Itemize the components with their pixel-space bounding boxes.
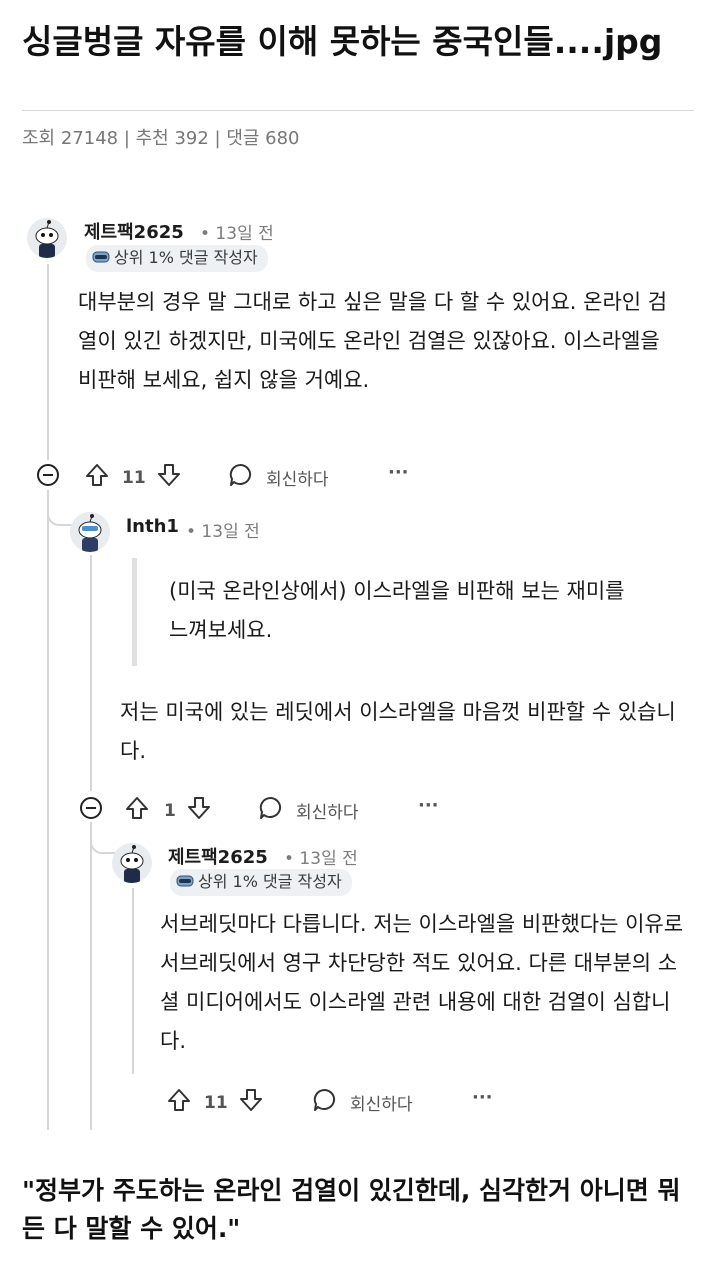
comment-time: • 13일 전 bbox=[186, 522, 260, 542]
collapse-minus-icon bbox=[37, 464, 59, 486]
divider bbox=[22, 110, 694, 111]
flair-label: 상위 1% 댓글 작성자 bbox=[198, 872, 342, 891]
thread-line bbox=[132, 888, 134, 1074]
reply-label: 회신하다 bbox=[350, 1095, 413, 1115]
post-title: 싱글벙글 자유를 이해 못하는 중국인들....jpg bbox=[22, 22, 663, 61]
comment-bubble-icon bbox=[228, 462, 254, 493]
more-options-button[interactable]: ··· bbox=[472, 1087, 493, 1108]
upvote-icon[interactable] bbox=[84, 462, 110, 493]
collapse-button[interactable] bbox=[36, 463, 60, 491]
thread-connector bbox=[47, 500, 75, 526]
post-meta: 조회 27148 | 추천 392 | 댓글 680 bbox=[22, 128, 300, 149]
comment-time: • 13일 전 bbox=[200, 224, 274, 244]
comment-bubble-icon bbox=[258, 795, 284, 826]
reply-button[interactable]: 회신하다 bbox=[258, 795, 359, 826]
thread-line bbox=[47, 490, 49, 1130]
downvote-icon[interactable] bbox=[238, 1087, 264, 1118]
upvote-icon[interactable] bbox=[124, 795, 150, 826]
downvote-icon[interactable] bbox=[156, 462, 182, 493]
comment-body: 서브레딧마다 다릅니다. 저는 이스라엘을 비판했다는 이유로 서브레딧에서 영… bbox=[160, 912, 684, 1053]
snoo-avatar-icon bbox=[112, 843, 152, 883]
reply-button[interactable]: 회신하다 bbox=[312, 1087, 413, 1118]
footer-caption: "정부가 주도하는 온라인 검열이 있긴한데, 심각한거 아니면 뭐든 다 말할… bbox=[22, 1176, 681, 1243]
avatar[interactable] bbox=[70, 512, 110, 552]
reply-label: 회신하다 bbox=[296, 803, 359, 823]
vr-goggles-icon bbox=[92, 247, 110, 263]
collapse-minus-icon bbox=[80, 797, 102, 819]
thread-connector bbox=[90, 828, 116, 854]
snoo-avatar-icon bbox=[70, 512, 110, 552]
upvote-icon[interactable] bbox=[166, 1087, 192, 1118]
vr-goggles-icon bbox=[176, 871, 194, 887]
reply-button[interactable]: 회신하다 bbox=[228, 462, 329, 493]
avatar[interactable] bbox=[27, 218, 67, 258]
vote-count: 11 bbox=[122, 467, 146, 488]
more-options-button[interactable]: ··· bbox=[388, 462, 409, 483]
comment-username[interactable]: lnth1 bbox=[126, 516, 179, 537]
comment-body: 저는 미국에 있는 레딧에서 이스라엘을 마음껏 비판할 수 있습니다. bbox=[120, 700, 676, 763]
comment-body: 대부분의 경우 말 그대로 하고 싶은 말을 다 할 수 있어요. 온라인 검열… bbox=[78, 290, 668, 392]
downvote-icon[interactable] bbox=[186, 795, 212, 826]
flair-label: 상위 1% 댓글 작성자 bbox=[114, 248, 258, 267]
thread-line bbox=[90, 822, 92, 1130]
user-flair: 상위 1% 댓글 작성자 bbox=[170, 869, 352, 896]
comment-time: • 13일 전 bbox=[284, 849, 358, 869]
collapse-button[interactable] bbox=[79, 796, 103, 824]
comment-username[interactable]: 제트팩2625 bbox=[168, 843, 268, 869]
reply-label: 회신하다 bbox=[266, 470, 329, 490]
quote-text: (미국 온라인상에서) 이스라엘을 비판해 보는 재미를 느껴보세요. bbox=[169, 579, 625, 642]
more-options-button[interactable]: ··· bbox=[418, 795, 439, 816]
snoo-avatar-icon bbox=[27, 218, 67, 258]
avatar[interactable] bbox=[112, 843, 152, 883]
thread-line bbox=[90, 555, 92, 791]
comment-bubble-icon bbox=[312, 1087, 338, 1118]
quote-block: (미국 온라인상에서) 이스라엘을 비판해 보는 재미를 느껴보세요. bbox=[132, 558, 677, 666]
user-flair: 상위 1% 댓글 작성자 bbox=[86, 245, 268, 272]
vote-count: 11 bbox=[204, 1092, 228, 1113]
vote-count: 1 bbox=[164, 800, 176, 821]
comment-username[interactable]: 제트팩2625 bbox=[84, 218, 184, 244]
thread-line bbox=[47, 264, 49, 460]
